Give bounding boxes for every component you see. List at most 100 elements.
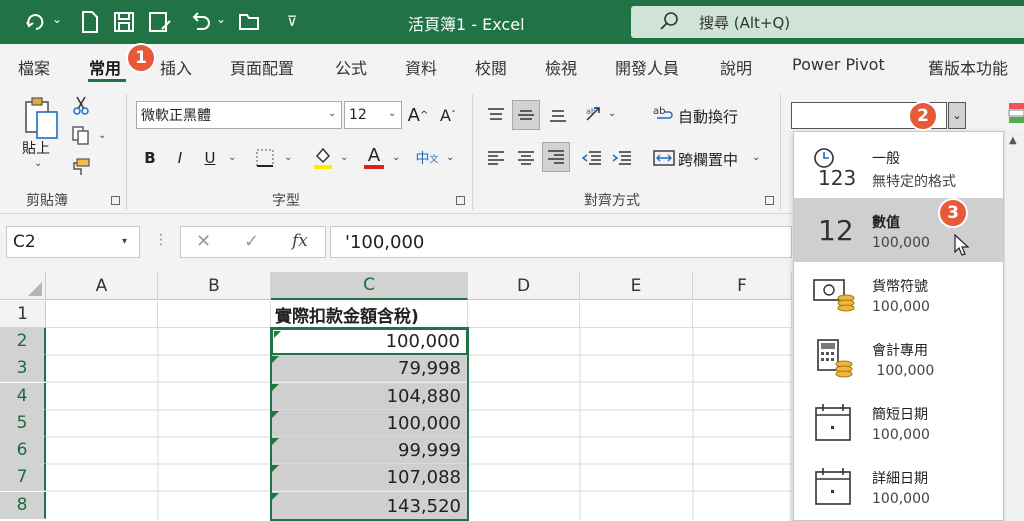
chevron-down-icon[interactable]: ⌄ (52, 12, 62, 26)
tab-file[interactable]: 檔案 (18, 55, 50, 79)
paste-label[interactable]: 貼上 (22, 138, 50, 158)
align-right-icon[interactable] (542, 142, 570, 172)
phonetic-button[interactable]: 中文 (414, 146, 440, 170)
align-center-icon[interactable] (514, 146, 538, 170)
cell-c2[interactable]: 100,000 (271, 328, 468, 355)
undo-dropdown-icon[interactable]: ⌄ (216, 12, 226, 26)
insert-function-icon[interactable]: fx (292, 231, 308, 251)
open-folder-icon[interactable] (236, 8, 264, 36)
tab-review[interactable]: 校閱 (475, 55, 507, 79)
formula-input[interactable]: '100,000 (330, 226, 792, 258)
wrap-text-label[interactable]: 自動換行 (678, 106, 738, 127)
cell-f1[interactable] (693, 301, 792, 328)
cell-d1[interactable] (468, 301, 580, 328)
tab-legacy[interactable]: 舊版本功能 (928, 55, 1008, 79)
tab-developer[interactable]: 開發人員 (615, 55, 679, 79)
align-left-icon[interactable] (484, 146, 508, 170)
align-bottom-icon[interactable] (546, 104, 570, 126)
format-currency-item[interactable]: 貨幣符號 100,000 (794, 262, 1003, 326)
cell-c5[interactable]: 100,000 (271, 410, 468, 437)
cancel-icon[interactable]: ✕ (196, 231, 211, 252)
decrease-indent-icon[interactable] (580, 146, 604, 170)
wrap-text-icon[interactable]: ab (652, 102, 676, 126)
orientation-icon[interactable]: ab (582, 102, 606, 126)
font-name-combo[interactable]: 微軟正黑體 (136, 101, 342, 129)
phonetic-dropdown-icon[interactable]: ⌄ (446, 152, 454, 163)
cell-c6[interactable]: 99,999 (271, 437, 468, 464)
menu-scrollbar[interactable]: ▲ (1004, 131, 1024, 521)
name-box-dropdown-icon[interactable]: ▾ (122, 236, 127, 247)
search-box[interactable]: 搜尋 (Alt+Q) (631, 6, 1024, 38)
clipboard-dialog-launcher-icon[interactable] (111, 196, 120, 205)
copy-icon[interactable] (68, 124, 94, 146)
bold-button[interactable]: B (140, 146, 160, 170)
select-all-corner[interactable] (0, 272, 46, 300)
tab-view[interactable]: 檢視 (545, 55, 577, 79)
tab-help[interactable]: 說明 (720, 55, 752, 79)
save-icon[interactable] (110, 8, 138, 36)
grow-font-button[interactable]: A ^ (406, 102, 430, 128)
row-header-7[interactable]: 7 (0, 464, 46, 491)
undo-icon[interactable] (186, 8, 214, 36)
cut-icon[interactable] (70, 94, 92, 116)
row-header-5[interactable]: 5 (0, 410, 46, 437)
customize-qat-icon[interactable]: ⊽ (278, 8, 306, 36)
format-general-item[interactable]: 123 一般 無特定的格式 (794, 134, 1003, 198)
font-name-dropdown-icon[interactable]: ⌄ (328, 108, 336, 119)
name-box[interactable]: C2 (6, 226, 140, 258)
autosave-icon[interactable] (22, 8, 50, 36)
column-header-d[interactable]: D (468, 272, 580, 300)
copy-dropdown-icon[interactable]: ⌄ (98, 130, 106, 141)
save-as-icon[interactable] (146, 8, 174, 36)
increase-indent-icon[interactable] (610, 146, 634, 170)
shrink-font-button[interactable]: Aˇ (436, 102, 460, 128)
tab-power-pivot[interactable]: Power Pivot (792, 55, 885, 74)
format-long-date-item[interactable]: 詳細日期 100,000 (794, 454, 1003, 518)
tab-formulas[interactable]: 公式 (335, 55, 367, 79)
cell-c7[interactable]: 107,088 (271, 464, 468, 491)
cell-e1[interactable] (580, 301, 693, 328)
tab-data[interactable]: 資料 (405, 55, 437, 79)
cell-a1[interactable] (46, 301, 158, 328)
cell-c3[interactable]: 79,998 (271, 355, 468, 382)
orientation-dropdown-icon[interactable]: ⌄ (608, 108, 616, 119)
tab-page-layout[interactable]: 頁面配置 (230, 55, 294, 79)
enter-icon[interactable]: ✓ (244, 231, 259, 252)
merge-dropdown-icon[interactable]: ⌄ (752, 152, 760, 163)
row-header-1[interactable]: 1 (0, 301, 46, 328)
format-number-item[interactable]: 12 數值 100,000 (794, 198, 1003, 262)
font-size-dropdown-icon[interactable]: ⌄ (388, 108, 396, 119)
format-painter-icon[interactable] (68, 156, 92, 180)
column-header-a[interactable]: A (46, 272, 158, 300)
underline-dropdown-icon[interactable]: ⌄ (228, 152, 236, 163)
fill-color-dropdown-icon[interactable]: ⌄ (340, 152, 348, 163)
italic-button[interactable]: I (170, 146, 190, 170)
cell-c1[interactable]: 實際扣款金額含稅) (271, 301, 468, 328)
column-header-c[interactable]: C (271, 272, 468, 300)
underline-button[interactable]: U (200, 146, 220, 170)
format-accounting-item[interactable]: 會計專用 100,000 (794, 326, 1003, 390)
row-header-3[interactable]: 3 (0, 355, 46, 382)
column-header-e[interactable]: E (580, 272, 693, 300)
font-dialog-launcher-icon[interactable] (456, 196, 465, 205)
cell-b1[interactable] (158, 301, 271, 328)
fill-color-icon[interactable] (310, 144, 336, 172)
row-header-8[interactable]: 8 (0, 492, 46, 519)
format-short-date-item[interactable]: 簡短日期 100,000 (794, 390, 1003, 454)
alignment-dialog-launcher-icon[interactable] (765, 196, 774, 205)
cell-c4[interactable]: 104,880 (271, 383, 468, 410)
tab-insert[interactable]: 插入 (160, 55, 192, 79)
column-header-f[interactable]: F (693, 272, 792, 300)
font-color-dropdown-icon[interactable]: ⌄ (392, 152, 400, 163)
paste-dropdown-icon[interactable]: ⌄ (34, 158, 42, 169)
conditional-format-icon[interactable] (1008, 100, 1024, 126)
column-header-b[interactable]: B (158, 272, 271, 300)
borders-icon[interactable] (252, 146, 278, 170)
new-file-icon[interactable] (76, 8, 104, 36)
row-header-2[interactable]: 2 (0, 328, 46, 355)
align-middle-icon[interactable] (512, 100, 540, 130)
cell-c8[interactable]: 143,520 (271, 492, 468, 521)
scroll-up-icon[interactable]: ▲ (1009, 135, 1017, 146)
row-header-6[interactable]: 6 (0, 437, 46, 464)
merge-center-label[interactable]: 跨欄置中 (678, 149, 738, 170)
